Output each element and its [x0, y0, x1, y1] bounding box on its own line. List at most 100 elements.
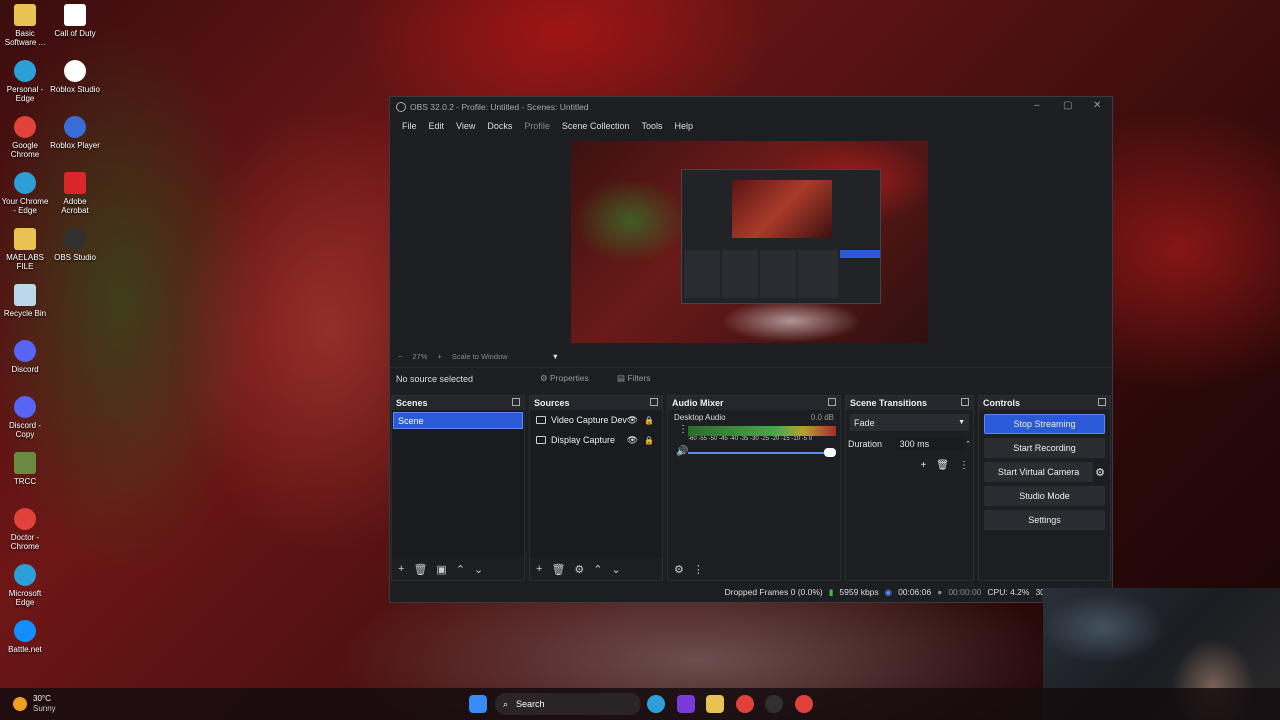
obs-icon[interactable] — [765, 695, 783, 713]
preview-canvas[interactable] — [571, 141, 928, 343]
menu-profile[interactable]: Profile — [518, 121, 556, 131]
desktop-icon[interactable]: Basic Software ... — [0, 4, 50, 47]
meter-scale: -60 -55 -50 -45 -40 -35 -30 -25 -20 -15 … — [688, 436, 813, 442]
scale-mode[interactable]: Scale to Window — [452, 352, 508, 361]
arrow-down-icon[interactable]: ⌄ — [474, 563, 483, 576]
menu-edit[interactable]: Edit — [423, 121, 451, 131]
stop-streaming-button[interactable]: Stop Streaming — [984, 414, 1105, 434]
desktop-icon[interactable]: Personal - Edge — [0, 60, 50, 103]
close-icon[interactable]: ✕ — [1093, 100, 1101, 111]
properties-button[interactable]: ⚙ Properties — [540, 373, 589, 384]
obs-window[interactable]: OBS 32.0.2 - Profile: Untitled - Scenes:… — [389, 96, 1113, 603]
record-time: 00:00:00 — [948, 587, 982, 597]
undock-icon[interactable] — [828, 398, 836, 406]
minimize-icon[interactable]: – — [1034, 100, 1040, 111]
edge-icon[interactable] — [647, 695, 665, 713]
start-recording-button[interactable]: Start Recording — [984, 438, 1105, 458]
eye-icon[interactable]: 👁 — [627, 415, 638, 426]
weather-icon[interactable] — [13, 697, 27, 711]
arrow-up-icon[interactable]: ⌃ — [593, 563, 602, 576]
desktop-icon[interactable]: OBS Studio — [50, 228, 100, 262]
add-icon[interactable]: + — [398, 563, 404, 575]
desktop-icon[interactable]: Roblox Studio — [50, 60, 100, 94]
trash-icon[interactable]: 🗑 — [936, 460, 949, 471]
desktop-icon[interactable]: Doctor - Chrome — [0, 508, 50, 551]
bitrate: 5959 kbps — [839, 587, 879, 597]
add-icon[interactable]: + — [920, 460, 926, 471]
maximize-icon[interactable]: ▢ — [1063, 100, 1072, 111]
source-item[interactable]: Display Capture 👁 🔒 — [530, 430, 662, 450]
desktop-icon[interactable]: Your Chrome - Edge — [0, 172, 50, 215]
volume-slider-handle[interactable] — [824, 448, 836, 457]
desktop-icon[interactable]: MAELABS FILE — [0, 228, 50, 271]
start-virtual-camera-button[interactable]: Start Virtual Camera — [984, 462, 1094, 482]
kebab-menu-icon[interactable]: ⋮ — [678, 424, 688, 435]
title-bar[interactable]: OBS 32.0.2 - Profile: Untitled - Scenes:… — [390, 97, 1112, 117]
undock-icon[interactable] — [650, 398, 658, 406]
menu-bar: File Edit View Docks Profile Scene Colle… — [390, 117, 1112, 135]
desktop-icon[interactable]: Roblox Player — [50, 116, 100, 150]
cpu-usage: CPU: 4.2% — [987, 587, 1030, 597]
trash-icon[interactable]: 🗑 — [551, 563, 565, 576]
advanced-audio-icon[interactable]: ⚙ — [674, 563, 684, 576]
chrome-icon[interactable] — [795, 695, 813, 713]
undock-icon[interactable] — [961, 398, 969, 406]
filters-button[interactable]: ▤ Filters — [617, 373, 651, 384]
menu-tools[interactable]: Tools — [635, 121, 668, 131]
desktop-icon[interactable]: Call of Duty — [50, 4, 100, 38]
arrow-up-icon[interactable]: ⌃ — [456, 563, 465, 576]
undock-icon[interactable] — [512, 398, 520, 406]
eye-icon[interactable]: 👁 — [627, 435, 638, 446]
gear-icon[interactable]: ⚙ — [1095, 466, 1105, 479]
menu-file[interactable]: File — [396, 121, 423, 131]
kebab-menu-icon[interactable]: ⋮ — [959, 460, 969, 471]
windows-start-icon[interactable] — [469, 695, 487, 713]
zoom-out-icon[interactable]: − — [398, 352, 402, 361]
desktop-icon-label: Microsoft Edge — [8, 589, 42, 607]
desktop-icon[interactable]: Google Chrome — [0, 116, 50, 159]
audio-mixer-title: Audio Mixer — [672, 398, 724, 408]
filter-icon[interactable]: ▣ — [436, 563, 446, 576]
volume-slider[interactable] — [688, 452, 832, 454]
taskbar-search[interactable]: ⌕ Search — [495, 693, 641, 715]
kebab-menu-icon[interactable]: ⋮ — [693, 563, 704, 576]
desktop-icon[interactable]: TRCC — [0, 452, 50, 486]
desktop-icon[interactable]: Discord - Copy — [0, 396, 50, 439]
copilot-icon[interactable] — [677, 695, 695, 713]
lock-icon[interactable]: 🔒 — [644, 416, 654, 425]
scene-item[interactable]: Scene — [393, 412, 523, 429]
desktop-icon-label: OBS Studio — [54, 253, 96, 262]
lock-icon[interactable]: 🔒 — [644, 436, 654, 445]
file-explorer-icon[interactable] — [706, 695, 724, 713]
desktop-icon[interactable]: Discord — [0, 340, 50, 374]
zoom-bar: − 27% + Scale to Window ▼ — [394, 350, 1102, 362]
trash-icon[interactable]: 🗑 — [413, 563, 427, 576]
desktop-icon[interactable]: Battle.net — [0, 620, 50, 654]
gear-icon[interactable]: ⚙ — [574, 563, 584, 576]
desktop-icon[interactable]: Adobe Acrobat — [50, 172, 100, 215]
scene-transitions-title: Scene Transitions — [850, 398, 928, 408]
chrome-icon[interactable] — [736, 695, 754, 713]
menu-scene-collection[interactable]: Scene Collection — [556, 121, 636, 131]
source-item[interactable]: Video Capture Dev 👁 🔒 — [530, 410, 662, 430]
desktop-icon-label: Roblox Player — [50, 141, 100, 150]
add-icon[interactable]: + — [536, 563, 542, 575]
studio-mode-button[interactable]: Studio Mode — [984, 486, 1105, 506]
undock-icon[interactable] — [1098, 398, 1106, 406]
zoom-in-icon[interactable]: + — [437, 352, 441, 361]
arrow-down-icon[interactable]: ⌄ — [612, 563, 621, 576]
stepper-icon[interactable]: ⌃ — [965, 440, 971, 448]
chrome-icon — [14, 116, 36, 138]
desktop-icon[interactable]: Microsoft Edge — [0, 564, 50, 607]
desktop-icon[interactable]: Recycle Bin — [0, 284, 50, 318]
transition-select[interactable]: Fade ▼ — [850, 414, 969, 431]
menu-docks[interactable]: Docks — [481, 121, 518, 131]
chevron-down-icon[interactable]: ▼ — [552, 352, 559, 361]
no-source-label: No source selected — [396, 373, 474, 384]
menu-help[interactable]: Help — [668, 121, 699, 131]
settings-button[interactable]: Settings — [984, 510, 1105, 530]
duration-input[interactable]: 300 ms — [895, 437, 964, 451]
volume-db: 0.0 dB — [810, 413, 834, 422]
speaker-icon[interactable]: 🔊 — [676, 446, 688, 457]
menu-view[interactable]: View — [450, 121, 481, 131]
